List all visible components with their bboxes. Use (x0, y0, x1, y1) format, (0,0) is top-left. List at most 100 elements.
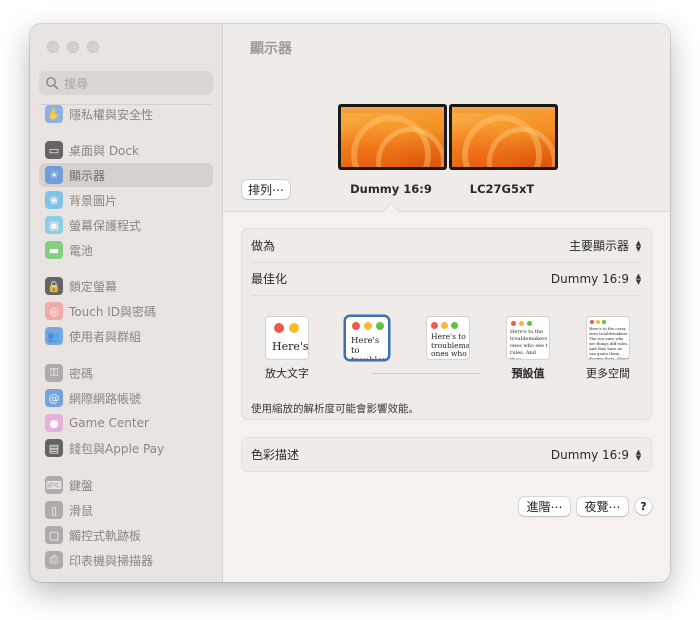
sidebar-item-label: 桌面與 Dock (69, 143, 139, 158)
sidebar-item-label: 密碼 (69, 366, 94, 381)
printer-icon: ⎙ (45, 551, 63, 569)
sidebar: 搜尋 ✋ 隱私權與安全性 ▭ 桌面與 Dock ☀ 顯示器 ❀ 背景圖片 ▣ 螢幕保護程式 ▬ 電池 🔒… (30, 24, 223, 582)
row-divider (251, 295, 642, 296)
advanced-button[interactable]: 進階⋯ (519, 497, 570, 516)
sidebar-item-label: 網際網路帳號 (69, 391, 142, 406)
selection-pointer (383, 204, 399, 212)
key-icon: ⚿ (45, 364, 63, 382)
page-title: 顯示器 (250, 41, 292, 57)
resolution-larger-text[interactable]: Here's (266, 317, 308, 359)
resolution-label-default: 預設值 (511, 367, 545, 380)
sidebar-item-keyboard[interactable]: ⌨ 鍵盤 (39, 473, 213, 497)
sidebar-item-label: 鍵盤 (69, 478, 94, 493)
resolution-sample-text: Here's to the crazy ones troublemakers. … (589, 326, 629, 359)
zoom-window-button[interactable] (87, 41, 99, 53)
resolution-sample-text: Here's to the troublemakers ones who see… (510, 329, 548, 359)
sidebar-item-label: 螢幕保護程式 (69, 218, 142, 233)
optimize-value: Dummy 16:9 (550, 271, 629, 286)
chevron-updown-icon: ▲ ▼ (635, 238, 642, 253)
color-profile-panel: 色彩描述 Dummy 16:9 ▲ ▼ (242, 438, 651, 471)
sidebar-item-key[interactable]: ⚿ 密碼 (39, 361, 213, 385)
dock-icon: ▭ (45, 141, 63, 159)
night-shift-button[interactable]: 夜覽⋯ (577, 497, 628, 516)
sidebar-item-users[interactable]: 👥 使用者與群組 (39, 324, 213, 348)
sidebar-item-dock[interactable]: ▭ 桌面與 Dock (39, 138, 213, 162)
window-controls (47, 41, 99, 53)
battery-icon: ▬ (45, 241, 63, 259)
use-as-row[interactable]: 做為 主要顯示器 ▲ ▼ (242, 229, 651, 262)
wallpaper-icon: ❀ (45, 191, 63, 209)
optimize-row[interactable]: 最佳化 Dummy 16:9 ▲ ▼ (242, 262, 651, 295)
display-settings-panel: 做為 主要顯示器 ▲ ▼ 最佳化 Dummy 16:9 ▲ ▼ Here's H… (242, 229, 651, 419)
display-arrangement-area: 顯示器 排列⋯ Dummy 16:9 LC27G5xT (223, 24, 670, 212)
fingerprint-icon: ◎ (45, 302, 63, 320)
sidebar-item-screensaver[interactable]: ▣ 螢幕保護程式 (39, 213, 213, 237)
sidebar-item-label: 觸控式軌跡板 (69, 528, 142, 543)
sidebar-item-label: 使用者與群組 (69, 329, 142, 344)
minimize-window-button[interactable] (67, 41, 79, 53)
sidebar-item-label: 鎖定螢幕 (69, 279, 118, 294)
optimize-label: 最佳化 (251, 272, 288, 286)
sidebar-item-fingerprint[interactable]: ◎ Touch ID與密碼 (39, 299, 213, 323)
monitor-label-lc27g5xt[interactable]: LC27G5xT (432, 182, 572, 196)
sidebar-item-battery[interactable]: ▬ 電池 (39, 238, 213, 262)
keyboard-icon: ⌨ (45, 476, 63, 494)
monitor-wallpaper (452, 107, 555, 167)
sidebar-item-trackpad[interactable]: ▢ 觸控式軌跡板 (39, 523, 213, 547)
resolution-option-3[interactable]: Here's to troublema ones who (427, 317, 469, 359)
sidebar-item-lock[interactable]: 🔒 鎖定螢幕 (39, 274, 213, 298)
use-as-popup[interactable]: 主要顯示器 ▲ ▼ (569, 237, 643, 254)
sidebar-item-label: 電池 (69, 243, 94, 258)
sidebar-item-label: Game Center (69, 416, 149, 430)
help-button[interactable]: ? (635, 498, 652, 515)
resolution-label-more-space: 更多空間 (586, 367, 630, 380)
chevron-updown-icon: ▲ ▼ (635, 447, 642, 462)
close-window-button[interactable] (47, 41, 59, 53)
sidebar-item-label: 印表機與掃描器 (69, 553, 154, 568)
resolution-option-2[interactable]: Here's to troublem (346, 317, 388, 359)
at-icon: @ (45, 389, 63, 407)
sidebar-item-label: Touch ID與密碼 (69, 304, 157, 319)
sidebar-item-wallet[interactable]: ▤ 錢包與Apple Pay (39, 436, 213, 460)
sidebar-item-mouse[interactable]: ▯ 滑鼠 (39, 498, 213, 522)
lock-icon: 🔒 (45, 277, 63, 295)
sidebar-item-printer[interactable]: ⎙ 印表機與掃描器 (39, 548, 213, 572)
mouse-icon: ▯ (45, 501, 63, 519)
arrange-button[interactable]: 排列⋯ (242, 180, 290, 199)
optimize-popup[interactable]: Dummy 16:9 ▲ ▼ (551, 272, 643, 286)
scaling-note: 使用縮放的解析度可能會影響效能。 (251, 403, 419, 415)
resolution-sample-text: Here's to troublema ones who (431, 332, 469, 358)
resolution-sample-text: Here's to troublem (351, 336, 388, 359)
sidebar-item-label: 隱私權與安全性 (69, 107, 154, 122)
search-icon (46, 77, 59, 90)
resolution-scale-track (372, 373, 479, 374)
sidebar-item-at[interactable]: @ 網際網路帳號 (39, 386, 213, 410)
color-profile-popup[interactable]: Dummy 16:9 ▲ ▼ (551, 448, 643, 462)
sidebar-item-wallpaper[interactable]: ❀ 背景圖片 (39, 188, 213, 212)
trackpad-icon: ▢ (45, 526, 63, 544)
color-profile-row[interactable]: 色彩描述 Dummy 16:9 ▲ ▼ (242, 438, 651, 471)
sidebar-item-game-center[interactable]: ● Game Center (39, 411, 213, 435)
monitor-lc27g5xt[interactable] (449, 104, 558, 170)
resolution-label-larger-text: 放大文字 (265, 367, 309, 380)
sidebar-item-sun[interactable]: ☀ 顯示器 (39, 163, 213, 187)
use-as-value: 主要顯示器 (568, 239, 629, 253)
sidebar-item-hand[interactable]: ✋ 隱私權與安全性 (39, 102, 213, 126)
sidebar-item-label: 顯示器 (69, 168, 106, 183)
sidebar-item-label: 滑鼠 (69, 503, 94, 518)
monitor-dummy[interactable] (338, 104, 447, 170)
sidebar-item-label: 背景圖片 (69, 193, 118, 208)
wallet-icon: ▤ (45, 439, 63, 457)
sun-icon: ☀ (45, 166, 63, 184)
use-as-label: 做為 (251, 239, 276, 253)
search-input[interactable]: 搜尋 (39, 71, 213, 95)
resolution-more-space[interactable]: Here's to the crazy ones troublemakers. … (587, 317, 629, 359)
color-profile-value: Dummy 16:9 (550, 447, 629, 462)
main-content: 顯示器 排列⋯ Dummy 16:9 LC27G5xT 做為 主要顯示器 ▲▼ (223, 24, 670, 582)
resolution-default[interactable]: Here's to the troublemakers ones who see… (507, 317, 549, 359)
color-profile-label: 色彩描述 (251, 448, 300, 462)
sidebar-item-label: 錢包與Apple Pay (69, 441, 165, 456)
chevron-updown-icon: ▲ ▼ (635, 271, 642, 286)
settings-window: 搜尋 ✋ 隱私權與安全性 ▭ 桌面與 Dock ☀ 顯示器 ❀ 背景圖片 ▣ 螢幕保護程式 ▬ 電池 🔒… (30, 24, 670, 582)
monitor-wallpaper (341, 107, 444, 167)
